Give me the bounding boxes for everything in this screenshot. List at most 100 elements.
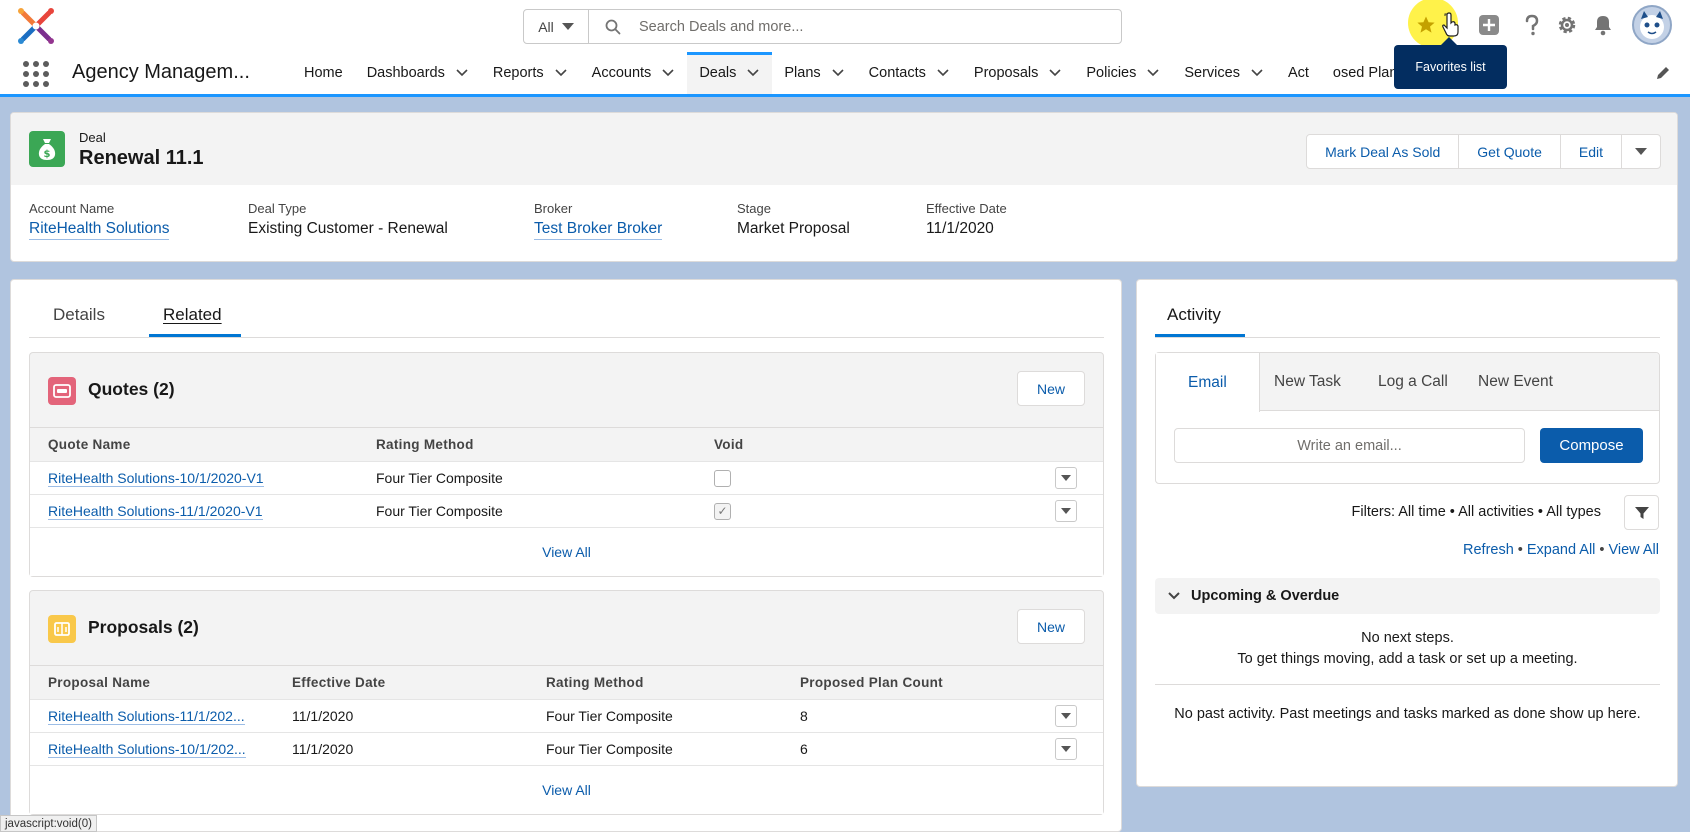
nav-item-home[interactable]: Home	[292, 52, 355, 94]
help-icon[interactable]	[1519, 12, 1545, 38]
quotes-related-list: Quotes (2) New Quote Name Rating Method …	[29, 352, 1104, 577]
chevron-down-icon[interactable]	[1146, 66, 1160, 80]
no-steps-hint: To get things moving, add a task or set …	[1237, 651, 1578, 667]
get-quote-button[interactable]: Get Quote	[1459, 135, 1561, 168]
activity-publisher: Email New Task Log a Call New Event Writ…	[1155, 352, 1660, 484]
column-header[interactable]: Rating Method	[546, 666, 644, 699]
field-value: Existing Customer - Renewal	[248, 220, 448, 237]
notifications-bell-icon[interactable]	[1590, 12, 1616, 38]
new-quote-button[interactable]: New	[1017, 371, 1085, 406]
filter-icon[interactable]	[1624, 495, 1659, 530]
search-input[interactable]: Search Deals and more...	[639, 19, 803, 35]
search-scope-label: All	[538, 18, 554, 35]
nav-item-accounts[interactable]: Accounts	[580, 52, 688, 94]
setup-gear-icon[interactable]	[1554, 12, 1580, 38]
chevron-down-icon[interactable]	[554, 66, 568, 80]
app-logo-icon[interactable]	[14, 4, 58, 48]
table-header-row: Quote Name Rating Method Void	[30, 427, 1103, 462]
edit-button[interactable]: Edit	[1561, 135, 1622, 168]
row-actions-dropdown[interactable]	[1055, 738, 1077, 760]
column-header[interactable]: Quote Name	[48, 428, 131, 461]
nav-item-contacts[interactable]: Contacts	[857, 52, 962, 94]
activity-filters-text: Filters: All time • All activities • All…	[1351, 504, 1601, 520]
nav-item-label: Home	[304, 65, 343, 81]
chevron-down-icon[interactable]	[936, 66, 950, 80]
field-label: Broker	[534, 201, 573, 216]
tab-related[interactable]: Related	[163, 305, 222, 325]
nav-item-plans[interactable]: Plans	[772, 52, 856, 94]
rating-method-cell: Four Tier Composite	[376, 470, 503, 486]
table-row: RiteHealth Solutions-10/1/2020-V1 Four T…	[30, 462, 1103, 495]
more-actions-button[interactable]	[1622, 135, 1660, 168]
rating-method-cell: Four Tier Composite	[546, 708, 673, 724]
field-label: Effective Date	[926, 201, 1007, 216]
caret-down-icon	[561, 23, 574, 30]
favorites-tooltip: Favorites list	[1394, 37, 1507, 89]
nav-item-services[interactable]: Services	[1172, 52, 1276, 94]
chevron-down-icon[interactable]	[1250, 66, 1264, 80]
field-effective-date: Effective Date 11/1/2020	[926, 201, 1007, 238]
chevron-down-icon[interactable]	[746, 66, 760, 80]
column-header[interactable]: Proposal Name	[48, 666, 150, 699]
column-header[interactable]: Rating Method	[376, 428, 474, 461]
tab-new-task[interactable]: New Task	[1274, 353, 1341, 411]
chevron-down-icon[interactable]	[661, 66, 675, 80]
table-row: RiteHealth Solutions-11/1/202... 11/1/20…	[30, 700, 1103, 733]
quote-name-link[interactable]: RiteHealth Solutions-11/1/2020-V1	[48, 495, 263, 527]
nav-item-deals[interactable]: Deals	[687, 52, 773, 94]
column-header[interactable]: Void	[714, 428, 743, 461]
proposal-icon	[48, 615, 76, 643]
favorites-list-chevron-icon[interactable]	[1437, 12, 1463, 38]
app-launcher-waffle-icon[interactable]	[23, 61, 49, 87]
quote-name-link[interactable]: RiteHealth Solutions-10/1/2020-V1	[48, 462, 264, 494]
column-header[interactable]: Effective Date	[292, 666, 386, 699]
chevron-down-icon[interactable]	[1048, 66, 1062, 80]
nav-item-proposals[interactable]: Proposals	[962, 52, 1074, 94]
quotes-title[interactable]: Quotes (2)	[88, 379, 175, 400]
refresh-link[interactable]: Refresh	[1463, 542, 1514, 558]
nav-item-dashboards[interactable]: Dashboards	[355, 52, 481, 94]
svg-text:$: $	[44, 149, 51, 160]
table-row: RiteHealth Solutions-11/1/2020-V1 Four T…	[30, 495, 1103, 528]
column-header[interactable]: Proposed Plan Count	[800, 666, 943, 699]
proposal-name-link[interactable]: RiteHealth Solutions-10/1/202...	[48, 733, 246, 765]
tab-new-event[interactable]: New Event	[1478, 353, 1553, 411]
nav-item-reports[interactable]: Reports	[481, 52, 580, 94]
row-actions-dropdown[interactable]	[1055, 705, 1077, 727]
proposal-name-link[interactable]: RiteHealth Solutions-11/1/202...	[48, 700, 245, 732]
mark-deal-as-sold-button[interactable]: Mark Deal As Sold	[1307, 135, 1460, 168]
edit-nav-pencil-icon[interactable]	[1654, 64, 1672, 82]
nav-item-label: Services	[1184, 65, 1240, 81]
plan-count-cell: 6	[800, 741, 808, 757]
nav-item-policies[interactable]: Policies	[1074, 52, 1172, 94]
tab-email[interactable]: Email	[1156, 353, 1260, 412]
favorites-star-icon[interactable]	[1413, 12, 1439, 38]
compose-button[interactable]: Compose	[1540, 428, 1643, 463]
tab-log-a-call[interactable]: Log a Call	[1378, 353, 1448, 411]
nav-item-act[interactable]: Act	[1276, 52, 1321, 94]
user-avatar[interactable]	[1632, 5, 1672, 45]
tab-details[interactable]: Details	[53, 305, 105, 325]
search-scope-select[interactable]: All	[524, 10, 589, 43]
chevron-down-icon[interactable]	[455, 66, 469, 80]
row-actions-dropdown[interactable]	[1055, 500, 1077, 522]
tab-activity[interactable]: Activity	[1167, 305, 1221, 325]
account-name-link[interactable]: RiteHealth Solutions	[29, 220, 170, 240]
proposals-title[interactable]: Proposals (2)	[88, 617, 199, 638]
field-label: Account Name	[29, 201, 115, 216]
chevron-down-icon[interactable]	[831, 66, 845, 80]
global-actions-add-icon[interactable]	[1476, 12, 1502, 38]
write-email-input[interactable]: Write an email...	[1174, 428, 1525, 463]
proposals-view-all-link[interactable]: View All	[30, 766, 1103, 814]
broker-link[interactable]: Test Broker Broker	[534, 220, 663, 240]
quotes-view-all-link[interactable]: View All	[30, 528, 1103, 576]
row-actions-dropdown[interactable]	[1055, 467, 1077, 489]
new-proposal-button[interactable]: New	[1017, 609, 1085, 644]
nav-item-label: Reports	[492, 65, 544, 81]
view-all-link[interactable]: View All	[1608, 542, 1659, 558]
expand-all-link[interactable]: Expand All	[1527, 542, 1596, 558]
field-label: Deal Type	[248, 201, 307, 216]
active-tab-indicator	[149, 334, 241, 337]
upcoming-overdue-section[interactable]: Upcoming & Overdue	[1155, 578, 1660, 614]
divider	[1155, 684, 1660, 685]
